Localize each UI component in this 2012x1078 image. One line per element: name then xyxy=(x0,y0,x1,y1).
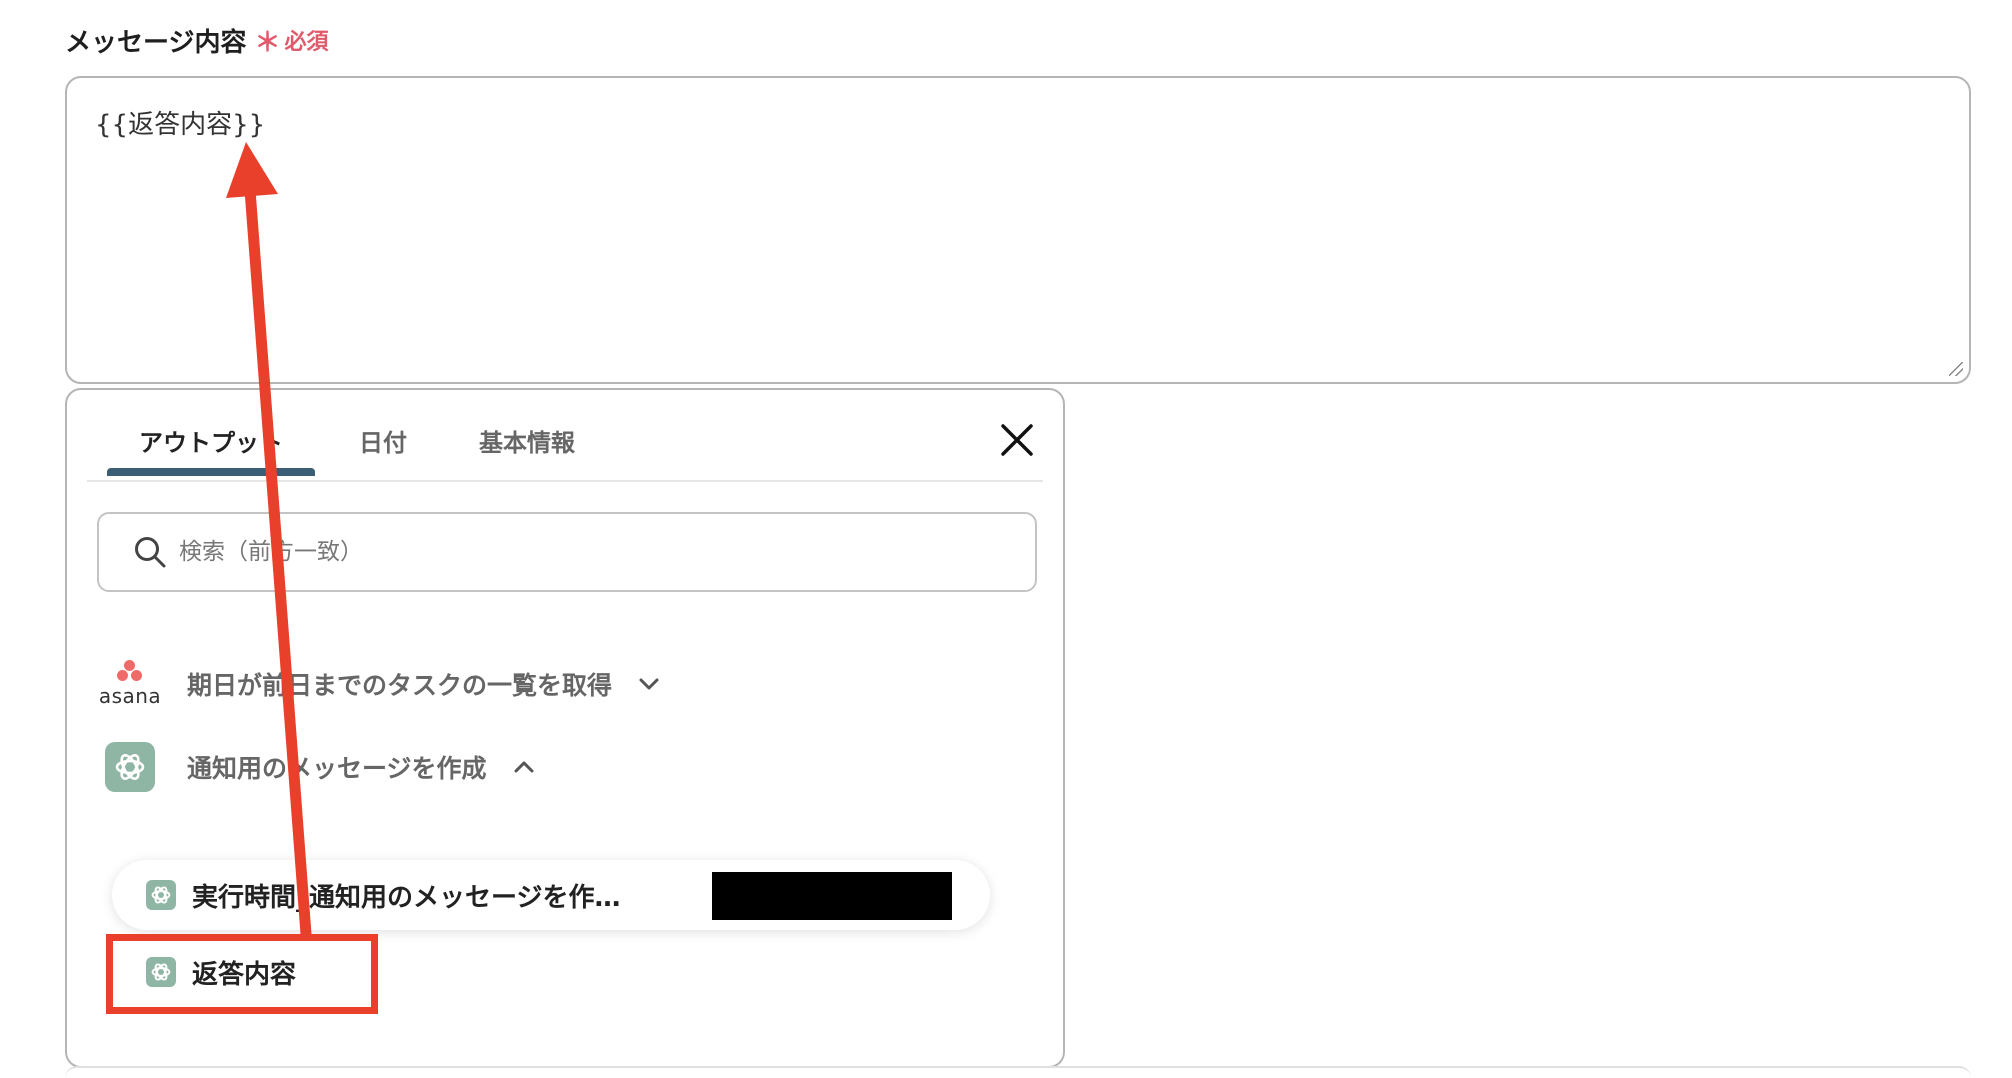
chatgpt-icon xyxy=(146,957,176,987)
required-badge: 必須 xyxy=(284,30,329,55)
field-label-text: メッセージ内容 xyxy=(65,27,247,58)
chevron-down-icon[interactable] xyxy=(638,673,660,695)
active-tab-indicator xyxy=(107,468,315,476)
chevron-up-icon[interactable] xyxy=(513,756,535,778)
output-item-response[interactable]: 返答内容 xyxy=(112,942,296,1002)
search-icon xyxy=(135,537,166,568)
redacted-value xyxy=(712,872,952,920)
next-field-edge xyxy=(65,1066,1971,1078)
close-icon[interactable] xyxy=(999,422,1035,458)
search-field[interactable] xyxy=(97,512,1037,592)
output-item-exec-time[interactable]: 実行時間_通知用のメッセージを作… xyxy=(112,860,990,930)
resize-handle-icon[interactable] xyxy=(1949,362,1963,376)
required-star: ＊ xyxy=(254,27,281,58)
tab-basic-info[interactable]: 基本情報 xyxy=(457,420,597,460)
search-input[interactable] xyxy=(177,538,941,566)
group-title: 通知用のメッセージを作成 xyxy=(187,754,487,783)
tab-bar: アウトプット 日付 基本情報 xyxy=(87,390,1043,482)
chatgpt-icon xyxy=(105,742,155,792)
asana-wordmark: asana xyxy=(98,684,162,708)
group-title: 期日が前日までのタスクの一覧を取得 xyxy=(187,671,613,700)
tab-date[interactable]: 日付 xyxy=(335,420,431,460)
output-item-label: 実行時間_通知用のメッセージを作… xyxy=(192,882,621,913)
chatgpt-icon xyxy=(146,880,176,910)
message-textarea[interactable]: {{返答内容}} xyxy=(65,76,1971,384)
tab-output[interactable]: アウトプット xyxy=(107,420,315,460)
group-chatgpt-message[interactable]: 通知用のメッセージを作成 xyxy=(97,742,535,792)
output-picker-panel: アウトプット 日付 基本情報 asana 期日が前日までのタスクの一覧を取得 xyxy=(65,388,1065,1068)
field-label: メッセージ内容 ＊ 必須 xyxy=(65,20,329,60)
output-item-label: 返答内容 xyxy=(192,959,297,990)
message-value: {{返答内容}} xyxy=(95,110,266,140)
asana-icon: asana xyxy=(97,660,163,708)
group-asana-task-list[interactable]: asana 期日が前日までのタスクの一覧を取得 xyxy=(97,660,660,708)
